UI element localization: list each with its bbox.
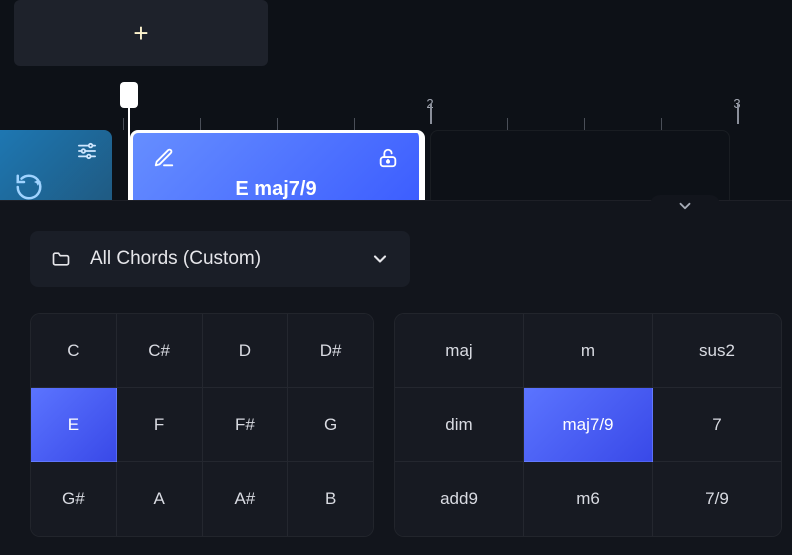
chord-type-cell[interactable]: m6 xyxy=(524,462,653,536)
playhead[interactable] xyxy=(120,82,138,108)
root-note-cell[interactable]: D xyxy=(203,314,289,388)
ruler-subtick xyxy=(277,118,278,130)
ruler-subtick xyxy=(200,118,201,130)
chord-clip[interactable]: E maj7/9 xyxy=(130,130,425,210)
root-note-cell[interactable]: B xyxy=(288,462,373,536)
root-note-cell[interactable]: G# xyxy=(31,462,117,536)
chord-type-grid: majmsus2 dimmaj7/97 add9m67/9 xyxy=(394,313,782,537)
chord-type-cell[interactable]: dim xyxy=(395,388,524,462)
chevron-down-icon xyxy=(370,249,390,269)
playhead-handle[interactable] xyxy=(120,82,138,108)
unlock-icon[interactable] xyxy=(377,147,399,169)
chord-type-cell[interactable]: sus2 xyxy=(653,314,781,388)
sliders-icon[interactable] xyxy=(76,142,98,160)
folder-icon xyxy=(50,249,72,269)
root-note-cell[interactable]: A xyxy=(117,462,203,536)
chord-editor-panel: All Chords (Custom) CC#DD# EFF#G G#AA#B ma… xyxy=(0,200,792,555)
chord-type-cell[interactable]: 7/9 xyxy=(653,462,781,536)
root-note-cell[interactable]: E xyxy=(31,388,117,462)
ruler-subtick xyxy=(661,118,662,130)
chord-type-cell[interactable]: 7 xyxy=(653,388,781,462)
chevron-down-icon xyxy=(676,197,694,215)
ruler-tick xyxy=(737,104,739,124)
ruler-tick xyxy=(430,104,432,124)
root-note-cell[interactable]: D# xyxy=(288,314,373,388)
edit-icon[interactable] xyxy=(153,147,175,169)
ruler-subtick xyxy=(354,118,355,130)
root-note-cell[interactable]: G xyxy=(288,388,373,462)
ruler-subtick xyxy=(123,118,124,130)
ruler-subtick xyxy=(584,118,585,130)
chord-type-cell[interactable]: m xyxy=(524,314,653,388)
ruler-subtick xyxy=(507,118,508,130)
panel-collapse-button[interactable] xyxy=(650,195,720,217)
chord-library-select[interactable]: All Chords (Custom) xyxy=(30,231,410,287)
chord-clip-label: E maj7/9 xyxy=(133,178,419,201)
root-note-cell[interactable]: C# xyxy=(117,314,203,388)
timeline-ruler[interactable]: 23 xyxy=(0,82,792,130)
root-note-cell[interactable]: F# xyxy=(203,388,289,462)
chord-type-cell[interactable]: add9 xyxy=(395,462,524,536)
plus-icon: + xyxy=(133,18,148,49)
track-header[interactable] xyxy=(0,130,112,210)
chord-type-cell[interactable]: maj xyxy=(395,314,524,388)
root-note-cell[interactable]: C xyxy=(31,314,117,388)
root-note-grid: CC#DD# EFF#G G#AA#B xyxy=(30,313,374,537)
root-note-cell[interactable]: F xyxy=(117,388,203,462)
chord-library-label: All Chords (Custom) xyxy=(90,248,370,270)
add-track-button[interactable]: + xyxy=(14,0,268,66)
root-note-cell[interactable]: A# xyxy=(203,462,289,536)
chord-type-cell[interactable]: maj7/9 xyxy=(524,388,653,462)
regenerate-icon[interactable] xyxy=(14,172,44,202)
